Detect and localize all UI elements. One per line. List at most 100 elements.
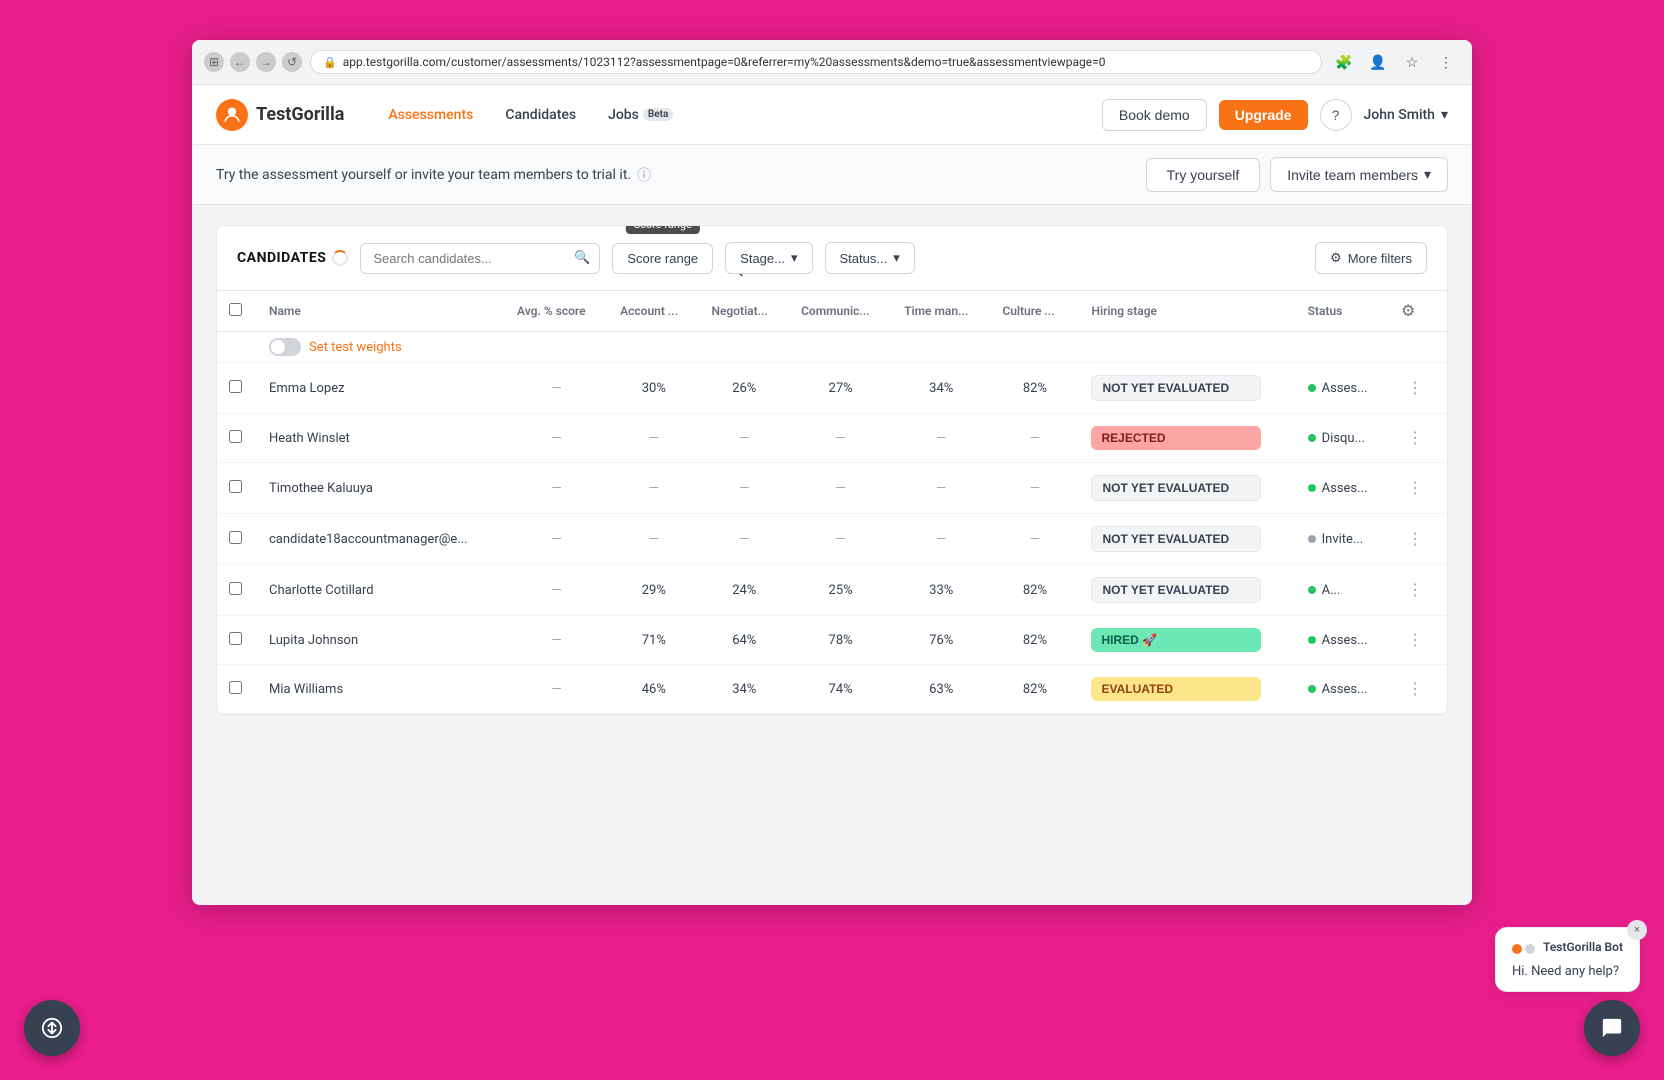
status-dot-5 [1308, 586, 1316, 594]
chat-dot-2 [1525, 944, 1535, 954]
avg-score-6: — [505, 616, 608, 665]
browser-controls: ⊞ ← → ↺ [204, 52, 302, 72]
trial-text: Try the assessment yourself or invite yo… [216, 165, 651, 185]
select-all-checkbox[interactable] [229, 303, 242, 316]
status-dot-4 [1308, 535, 1316, 543]
hiring-stage-6[interactable]: HIRED 🚀 [1079, 616, 1295, 665]
column-settings-button[interactable]: ⚙ [1401, 301, 1415, 321]
row-checkbox-5[interactable] [217, 565, 257, 616]
refresh-btn[interactable]: ↺ [282, 52, 302, 72]
help-button[interactable]: ? [1320, 99, 1352, 131]
hiring-stage-7[interactable]: EVALUATED [1079, 665, 1295, 714]
row-action-7[interactable]: ⋮ [1401, 677, 1429, 701]
extensions-btn[interactable]: 🧩 [1330, 48, 1358, 76]
hiring-stage-4[interactable]: NOT YET EVALUATED [1079, 514, 1295, 565]
score-range-filter: Score range Score range ↖ [612, 243, 713, 274]
account-score-6: 71% [608, 616, 699, 665]
score-range-button[interactable]: Score range ↖ [612, 243, 713, 274]
logo-text: TestGorilla [256, 104, 344, 125]
try-yourself-button[interactable]: Try yourself [1146, 158, 1261, 192]
status-dot-7 [1308, 685, 1316, 693]
forward-btn[interactable]: → [256, 52, 276, 72]
search-input-wrapper: 🔍 [360, 243, 600, 274]
row-action-6[interactable]: ⋮ [1401, 628, 1429, 652]
main-content: CANDIDATES 🔍 Score range Score range ↖ [192, 205, 1472, 905]
culture-score-4: — [990, 514, 1079, 565]
chevron-down-icon: ▾ [893, 250, 900, 266]
bookmark-btn[interactable]: ☆ [1398, 48, 1426, 76]
hiring-stage-select-1[interactable]: NOT YET EVALUATED [1091, 375, 1261, 401]
hiring-stage-select-2[interactable]: REJECTED [1091, 426, 1261, 450]
row-checkbox-6[interactable] [217, 616, 257, 665]
row-action-4[interactable]: ⋮ [1401, 527, 1429, 551]
col-culture: Culture ... [990, 291, 1079, 332]
back-btn[interactable]: ← [230, 52, 250, 72]
time-man-score-1: 34% [892, 363, 990, 414]
book-demo-button[interactable]: Book demo [1102, 99, 1207, 131]
avg-score-5: — [505, 565, 608, 616]
stage-filter-button[interactable]: Stage... ▾ [725, 242, 812, 274]
user-menu[interactable]: John Smith ▾ [1364, 107, 1449, 123]
row-action-5[interactable]: ⋮ [1401, 578, 1429, 602]
chat-launcher-button[interactable] [1584, 1000, 1640, 1056]
col-settings[interactable]: ⚙ [1389, 291, 1447, 332]
row-action-3[interactable]: ⋮ [1401, 476, 1429, 500]
account-score-2: — [608, 414, 699, 463]
nav-candidates[interactable]: Candidates [493, 99, 588, 131]
negotiat-score-6: 64% [699, 616, 789, 665]
row-checkbox-1[interactable] [217, 363, 257, 414]
table-row: Lupita Johnson — 71% 64% 78% 76% 82% HIR… [217, 616, 1447, 665]
upgrade-button[interactable]: Upgrade [1219, 100, 1308, 130]
set-test-weights-link[interactable]: Set test weights [309, 340, 402, 355]
nav-jobs-label: Jobs [608, 107, 639, 123]
table-row: Emma Lopez — 30% 26% 27% 34% 82% NOT YET… [217, 363, 1447, 414]
row-checkbox-7[interactable] [217, 665, 257, 714]
address-bar[interactable]: 🔒 app.testgorilla.com/customer/assessmen… [310, 50, 1322, 74]
hiring-stage-2[interactable]: REJECTED [1079, 414, 1295, 463]
set-weights-toggle: Set test weights [269, 338, 1435, 356]
avg-score-1: — [505, 363, 608, 414]
row-checkbox-4[interactable] [217, 514, 257, 565]
select-all-header[interactable] [217, 291, 257, 332]
search-input[interactable] [360, 243, 600, 274]
score-range-tooltip: Score range [626, 225, 700, 234]
hiring-stage-1[interactable]: NOT YET EVALUATED [1079, 363, 1295, 414]
status-filter-button[interactable]: Status... ▾ [825, 242, 915, 274]
more-filters-label: More filters [1348, 251, 1412, 266]
accessibility-button[interactable] [24, 1000, 80, 1056]
logo: TestGorilla [216, 99, 344, 131]
nav-jobs[interactable]: Jobs Beta [596, 99, 685, 131]
candidate-name-7: Mia Williams [257, 665, 505, 714]
chevron-down-icon: ▾ [1424, 166, 1431, 183]
col-negotiat: Negotiat... [699, 291, 789, 332]
profile-btn[interactable]: 👤 [1364, 48, 1392, 76]
hiring-stage-select-6[interactable]: HIRED 🚀 [1091, 628, 1261, 652]
set-weights-toggle-switch[interactable] [269, 338, 301, 356]
hiring-stage-5[interactable]: NOT YET EVALUATED [1079, 565, 1295, 616]
info-icon: ⓘ [637, 165, 651, 185]
status-cell-4: Invite... [1296, 514, 1389, 565]
hiring-stage-select-7[interactable]: EVALUATED [1091, 677, 1261, 701]
row-checkbox-3[interactable] [217, 463, 257, 514]
sidebar-toggle-btn[interactable]: ⊞ [204, 52, 224, 72]
row-action-1[interactable]: ⋮ [1401, 376, 1429, 400]
hiring-stage-3[interactable]: NOT YET EVALUATED [1079, 463, 1295, 514]
status-text-6: Asses... [1322, 633, 1368, 648]
status-cell-6: Asses... [1296, 616, 1389, 665]
menu-btn[interactable]: ⋮ [1432, 48, 1460, 76]
chevron-down-icon: ▾ [791, 250, 798, 266]
chat-avatar [1512, 944, 1535, 954]
invite-team-button[interactable]: Invite team members ▾ [1270, 157, 1448, 192]
browser-actions: 🧩 👤 ☆ ⋮ [1330, 48, 1460, 76]
hiring-stage-select-4[interactable]: NOT YET EVALUATED [1091, 526, 1261, 552]
row-action-2[interactable]: ⋮ [1401, 426, 1429, 450]
hiring-stage-select-5[interactable]: NOT YET EVALUATED [1091, 577, 1261, 603]
communic-score-6: 78% [789, 616, 892, 665]
chat-close-button[interactable]: × [1627, 920, 1647, 940]
account-score-1: 30% [608, 363, 699, 414]
row-checkbox-2[interactable] [217, 414, 257, 463]
time-man-score-6: 76% [892, 616, 990, 665]
nav-assessments[interactable]: Assessments [376, 99, 485, 131]
more-filters-button[interactable]: ⚙ More filters [1315, 242, 1427, 274]
hiring-stage-select-3[interactable]: NOT YET EVALUATED [1091, 475, 1261, 501]
